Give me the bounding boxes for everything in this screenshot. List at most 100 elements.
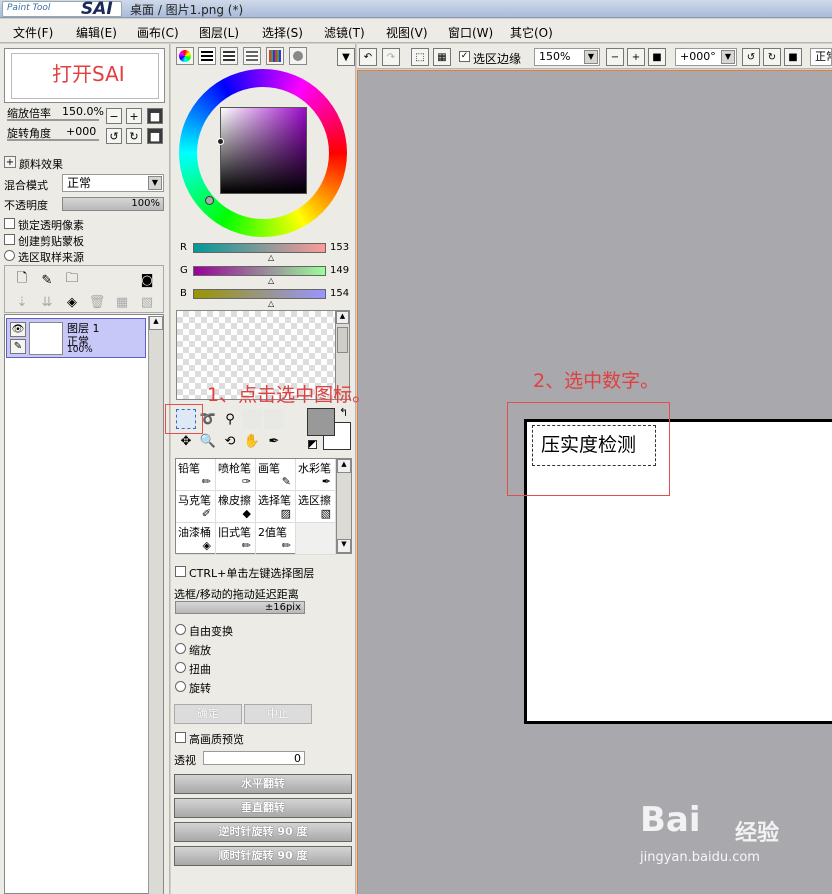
menu-select[interactable]: 选择(S) xyxy=(262,24,303,41)
r-slider-handle[interactable]: △ xyxy=(268,253,274,262)
rotate-radio[interactable] xyxy=(175,681,186,692)
new-vector-layer-icon[interactable]: ✎ xyxy=(37,270,57,290)
navigator-preview[interactable]: 打开SAI xyxy=(4,48,165,103)
brush-airbrush[interactable]: 喷枪笔 ✑ xyxy=(216,459,256,491)
hand-tool-icon[interactable]: ✋ xyxy=(242,431,262,451)
brush-select-pen[interactable]: 选择笔 ▨ xyxy=(256,491,296,523)
new-folder-icon[interactable]: 🗀 xyxy=(62,270,82,290)
menu-window[interactable]: 窗口(W) xyxy=(448,24,493,41)
perspective-input[interactable]: 0 xyxy=(203,751,305,765)
zoom-select[interactable]: 150% ▼ xyxy=(534,48,600,66)
menu-layer[interactable]: 图层(L) xyxy=(199,24,239,41)
rotate-reset-button[interactable]: ■ xyxy=(147,128,163,144)
zoom-reset-icon[interactable]: ■ xyxy=(648,48,666,66)
drag-delay-slider[interactable]: ±16pix xyxy=(175,601,305,614)
scroll-up-icon[interactable]: ▲ xyxy=(336,311,349,324)
apply-mask-icon[interactable]: ▦ xyxy=(112,292,132,312)
hsv-slider-tab[interactable] xyxy=(220,47,238,65)
brush-brush[interactable]: 画笔 ✎ xyxy=(256,459,296,491)
menu-filter[interactable]: 滤镜(T) xyxy=(324,24,365,41)
sample-source-radio[interactable] xyxy=(4,250,15,261)
brush-pencil[interactable]: 铅笔 ✏ xyxy=(176,459,216,491)
deselect-icon[interactable]: ⬚ xyxy=(411,48,429,66)
brush-watercolor[interactable]: 水彩笔 ✒ xyxy=(296,459,336,491)
zoom-out-icon[interactable]: − xyxy=(606,48,624,66)
invert-selection-icon[interactable]: ▦ xyxy=(433,48,451,66)
free-transform-radio[interactable] xyxy=(175,624,186,635)
layer-row[interactable]: 👁 ✎ 图层 1 正常 100% xyxy=(6,318,146,358)
mixer-tab[interactable] xyxy=(243,47,261,65)
menu-edit[interactable]: 编辑(E) xyxy=(76,24,117,41)
rotate-left-icon[interactable]: ↺ xyxy=(742,48,760,66)
r-slider[interactable] xyxy=(193,243,326,253)
redo-icon[interactable]: ↷ xyxy=(382,48,400,66)
clear-layer-icon[interactable]: ◈ xyxy=(62,292,82,312)
rotate-slider[interactable] xyxy=(7,139,99,141)
brush-marker[interactable]: 马克笔 ✐ xyxy=(176,491,216,523)
move-tool-icon[interactable]: ✥ xyxy=(176,431,196,451)
zoom-out-button[interactable]: − xyxy=(106,108,122,124)
brush-lock-icon[interactable]: ✎ xyxy=(10,339,26,354)
cancel-button[interactable]: 中止 xyxy=(244,704,312,724)
g-slider[interactable] xyxy=(193,266,326,276)
brush-scrollbar[interactable]: ▲ ▼ xyxy=(336,458,352,554)
undo-icon[interactable]: ↶ xyxy=(359,48,377,66)
distort-radio[interactable] xyxy=(175,662,186,673)
sv-cursor[interactable] xyxy=(217,138,224,145)
saturation-value-square[interactable] xyxy=(220,107,307,194)
hq-preview-checkbox[interactable] xyxy=(175,732,186,743)
foreground-color[interactable] xyxy=(307,408,335,436)
flip-horizontal-button[interactable]: 水平翻转 xyxy=(174,774,352,794)
transfer-down-icon[interactable]: ⇣ xyxy=(12,292,32,312)
magic-wand-icon[interactable]: ⚲ xyxy=(220,409,240,429)
zoom-slider[interactable] xyxy=(7,119,99,121)
blend-mode-toolbar-select[interactable]: 正常 xyxy=(810,48,832,66)
rotate-right-icon[interactable]: ↻ xyxy=(763,48,781,66)
zoom-in-button[interactable]: + xyxy=(126,108,142,124)
b-slider[interactable] xyxy=(193,289,326,299)
brush-legacy-pen[interactable]: 旧式笔 ✏ xyxy=(216,523,256,555)
brush-eraser[interactable]: 橡皮擦 ◆ xyxy=(216,491,256,523)
paint-effect-section[interactable]: 颜料效果 xyxy=(19,156,63,172)
scroll-up-icon[interactable]: ▲ xyxy=(337,459,351,473)
zoom-in-icon[interactable]: + xyxy=(627,48,645,66)
zoom-reset-button[interactable]: ■ xyxy=(147,108,163,124)
b-slider-handle[interactable]: △ xyxy=(268,299,274,308)
r-value[interactable]: 153 xyxy=(330,242,349,253)
brush-bucket[interactable]: 油漆桶 ◈ xyxy=(176,523,216,555)
rotate-reset-icon[interactable]: ■ xyxy=(784,48,802,66)
blend-mode-select[interactable]: 正常 ▼ xyxy=(62,174,164,192)
eyedropper-icon[interactable]: ✒ xyxy=(264,431,284,451)
rotate-tool-icon[interactable]: ⟲ xyxy=(220,431,240,451)
swatch-tab[interactable] xyxy=(266,47,284,65)
ctrl-click-checkbox[interactable] xyxy=(175,566,186,577)
layer-scrollbar[interactable]: ▲ xyxy=(148,316,163,894)
hue-cursor[interactable] xyxy=(205,196,214,205)
rotate-right-button[interactable]: ↻ xyxy=(126,128,142,144)
rotate-left-button[interactable]: ↺ xyxy=(106,128,122,144)
color-wheel-tab[interactable] xyxy=(176,47,194,65)
angle-select[interactable]: +000° ▼ xyxy=(675,48,737,66)
menu-view[interactable]: 视图(V) xyxy=(386,24,428,41)
brush-select-eraser[interactable]: 选区擦 ▧ xyxy=(296,491,336,523)
scroll-thumb[interactable] xyxy=(337,327,348,353)
reset-colors-icon[interactable] xyxy=(308,440,317,449)
g-slider-handle[interactable]: △ xyxy=(268,276,274,285)
zoom-value[interactable]: 150.0% xyxy=(62,105,104,118)
menu-canvas[interactable]: 画布(C) xyxy=(137,24,179,41)
zoom-tool-icon[interactable]: 🔍 xyxy=(198,431,218,451)
lock-alpha-checkbox[interactable] xyxy=(4,218,15,229)
g-value[interactable]: 149 xyxy=(330,265,349,276)
new-mask-icon[interactable]: ◙ xyxy=(137,270,157,290)
merge-down-icon[interactable]: ⇊ xyxy=(37,292,57,312)
opacity-slider[interactable]: 100% xyxy=(62,197,164,211)
rgb-slider-tab[interactable] xyxy=(198,47,216,65)
b-value[interactable]: 154 xyxy=(330,288,349,299)
flip-vertical-button[interactable]: 垂直翻转 xyxy=(174,798,352,818)
show-selection-checkbox[interactable]: ✓ xyxy=(459,51,470,62)
scroll-up-icon[interactable]: ▲ xyxy=(149,316,163,330)
eye-icon[interactable]: 👁 xyxy=(10,322,26,337)
clipping-checkbox[interactable] xyxy=(4,234,15,245)
rotate-value[interactable]: +000 xyxy=(66,125,96,138)
new-layer-icon[interactable]: 🗋 xyxy=(12,270,32,290)
